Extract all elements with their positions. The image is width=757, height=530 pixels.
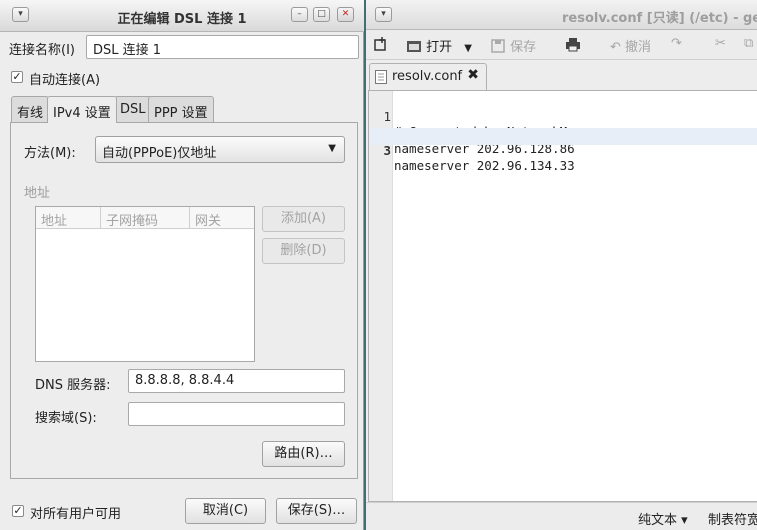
method-label: 方法(M): xyxy=(24,146,76,161)
address-section-label: 地址 xyxy=(24,186,51,201)
minimize-icon[interactable]: – xyxy=(291,7,308,22)
line-text: nameserver 202.96.134.33 xyxy=(394,158,575,173)
undo-icon: ↶ xyxy=(610,40,621,55)
language-selector[interactable]: 纯文本 ▾ xyxy=(638,509,688,528)
folder-icon xyxy=(407,41,421,52)
dns-servers-label: DNS 服务器: xyxy=(35,378,111,393)
chevron-down-icon: ▼ xyxy=(328,143,336,154)
print-icon[interactable] xyxy=(565,36,581,53)
dialog-titlebar: ▾ 正在编辑 DSL 连接 1 – □ ✕ xyxy=(0,0,364,32)
document-tab-label: resolv.conf xyxy=(392,69,463,84)
editor-titlebar: ▾ resolv.conf [只读] (/etc) - ged xyxy=(366,0,757,30)
edit-connection-dialog: ▾ 正在编辑 DSL 连接 1 – □ ✕ 连接名称(I) DSL 连接 1 ✓… xyxy=(0,0,364,530)
text-editor-area[interactable]: 1 # Generated by NetworkManager 2 namese… xyxy=(368,90,757,502)
open-label: 打开 xyxy=(426,40,453,55)
connection-name-input[interactable]: DSL 连接 1 xyxy=(86,35,359,59)
text-line[interactable]: 2 nameserver 202.96.128.86 xyxy=(369,111,757,156)
tab-dsl[interactable]: DSL xyxy=(114,96,152,122)
current-text-line[interactable]: 3 nameserver 202.96.134.33 xyxy=(369,128,757,173)
all-users-checkbox[interactable]: ✓ xyxy=(12,505,24,517)
line-number: 3 xyxy=(383,143,391,158)
save-label: 保存 xyxy=(510,40,537,55)
save-button[interactable]: 保存(S)… xyxy=(276,498,357,524)
copy-icon[interactable]: ⧉ xyxy=(744,36,753,51)
column-header-netmask: 子网掩码 xyxy=(101,207,190,229)
text-line[interactable]: 1 # Generated by NetworkManager xyxy=(369,94,757,139)
column-header-address: 地址 xyxy=(36,207,101,229)
document-tab[interactable]: resolv.conf ✖ xyxy=(369,63,487,90)
gedit-window: ▾ resolv.conf [只读] (/etc) - ged 打开 ▼ 保存 … xyxy=(366,0,757,530)
tab-width-selector[interactable]: 制表符宽 xyxy=(708,509,757,528)
all-users-label: 对所有用户可用 xyxy=(30,507,122,522)
delete-address-button[interactable]: 删除(D) xyxy=(262,238,345,264)
maximize-icon[interactable]: □ xyxy=(313,7,330,22)
cancel-button[interactable]: 取消(C) xyxy=(185,498,266,524)
method-value: 自动(PPPoE)仅地址 xyxy=(102,146,217,161)
search-domain-input[interactable] xyxy=(128,402,345,426)
auto-connect-label: 自动连接(A) xyxy=(29,73,101,88)
undo-label: 撤消 xyxy=(625,40,652,55)
tab-ppp[interactable]: PPP 设置 xyxy=(148,96,214,122)
add-address-button[interactable]: 添加(A) xyxy=(262,206,345,232)
close-tab-icon[interactable]: ✖ xyxy=(467,67,479,83)
auto-connect-checkbox[interactable]: ✓ xyxy=(11,71,23,83)
window-menu-icon[interactable]: ▾ xyxy=(375,7,392,22)
dns-servers-input[interactable]: 8.8.8.8, 8.8.4.4 xyxy=(128,369,345,393)
routes-button[interactable]: 路由(R)… xyxy=(262,441,345,467)
save-icon xyxy=(491,39,505,53)
tab-ipv4[interactable]: IPv4 设置 xyxy=(47,96,117,123)
cut-icon[interactable]: ✂ xyxy=(715,36,726,51)
connection-name-label: 连接名称(I) xyxy=(9,43,75,58)
save-toolbar-button[interactable]: 保存 xyxy=(490,36,536,55)
open-button[interactable]: 打开 ▼ xyxy=(406,36,472,55)
column-header-gateway: 网关 xyxy=(190,207,254,229)
close-icon[interactable]: ✕ xyxy=(337,7,354,22)
editor-title: resolv.conf [只读] (/etc) - ged xyxy=(562,11,757,26)
method-select[interactable]: 自动(PPPoE)仅地址 ▼ xyxy=(95,136,345,163)
undo-button[interactable]: ↶ 撤消 xyxy=(610,36,651,55)
tab-wired[interactable]: 有线 xyxy=(11,96,50,122)
dialog-title: 正在编辑 DSL 连接 1 xyxy=(117,12,247,27)
open-dropdown-icon[interactable]: ▼ xyxy=(464,43,472,54)
search-domain-label: 搜索域(S): xyxy=(35,411,97,426)
redo-icon[interactable]: ↷ xyxy=(671,36,682,51)
new-document-icon[interactable] xyxy=(373,36,389,53)
editor-statusbar: 纯文本 ▾ 制表符宽 xyxy=(366,502,757,530)
text-file-icon xyxy=(375,70,387,84)
address-table: 地址 子网掩码 网关 xyxy=(35,206,255,362)
editor-toolbar: 打开 ▼ 保存 ↶ 撤消 ↷ ✂ ⧉ xyxy=(366,30,757,60)
